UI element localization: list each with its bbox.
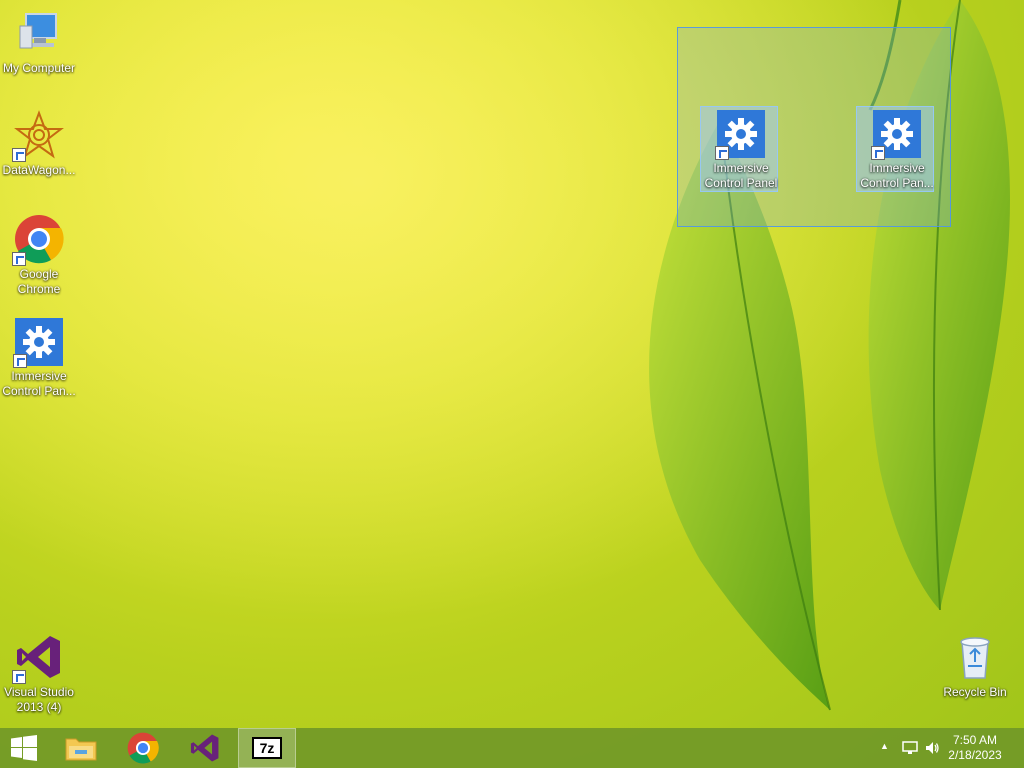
desktop-icon-immersive-control-panel-selected-1[interactable]: Immersive Control Panel — [700, 106, 780, 192]
taskbar-file-explorer[interactable] — [52, 728, 110, 768]
chrome-icon — [127, 732, 159, 764]
desktop-icon-immersive-control-panel-selected-2[interactable]: Immersive Control Pan... — [856, 106, 936, 192]
desktop-icon-label: Google Chrome — [17, 267, 61, 296]
show-hidden-icons-icon[interactable]: ▲ — [880, 741, 889, 751]
volume-icon[interactable] — [924, 740, 940, 756]
desktop-icon-label: Immersive Control Panel — [704, 161, 778, 190]
desktop-icon-datawagon[interactable]: DataWagon... — [0, 110, 78, 178]
visual-studio-icon — [190, 734, 219, 762]
taskbar-google-chrome[interactable] — [114, 728, 172, 768]
system-tray: ▲ 7:50 AM 2/18/2023 — [864, 728, 1024, 768]
start-button[interactable] — [0, 728, 48, 768]
taskbar-visual-studio[interactable] — [176, 728, 234, 768]
shortcut-arrow-icon — [12, 148, 26, 162]
computer-icon — [19, 13, 57, 49]
folder-icon — [65, 738, 97, 761]
recycle-bin-icon — [960, 637, 990, 679]
desktop-icon-label: My Computer — [2, 61, 76, 75]
desktop-icon-my-computer[interactable]: My Computer — [0, 8, 78, 76]
desktop-icon-immersive-control-panel[interactable]: Immersive Control Pan... — [0, 318, 78, 399]
desktop-icon-label: Recycle Bin — [943, 685, 1007, 699]
7zip-label: 7z — [259, 740, 275, 756]
shortcut-arrow-icon — [715, 146, 729, 160]
desktop-icon-recycle-bin[interactable]: Recycle Bin — [936, 632, 1014, 700]
shortcut-arrow-icon — [13, 354, 27, 368]
desktop-icon-label: Visual Studio 2013 (4) — [4, 685, 74, 714]
clock[interactable]: 7:50 AM 2/18/2023 — [940, 733, 1010, 763]
desktop-icon-label: Immersive Control Pan... — [860, 161, 934, 190]
shortcut-arrow-icon — [871, 146, 885, 160]
7zip-icon: 7z — [252, 737, 282, 759]
desktop-icon-google-chrome[interactable]: Google Chrome — [0, 214, 78, 297]
desktop-icon-visual-studio[interactable]: Visual Studio 2013 (4) — [0, 632, 78, 715]
shortcut-arrow-icon — [12, 252, 26, 266]
desktop-icon-label: Immersive Control Pan... — [2, 369, 76, 398]
clock-time: 7:50 AM — [952, 733, 998, 747]
desktop-icon-label: DataWagon... — [2, 163, 76, 177]
clock-date: 2/18/2023 — [948, 748, 1002, 762]
taskbar: 7z ▲ 7:50 AM 2/18/2023 — [0, 728, 1024, 768]
shortcut-arrow-icon — [12, 670, 26, 684]
windows-logo-icon — [11, 735, 37, 761]
taskbar-7zip[interactable]: 7z — [238, 728, 296, 768]
network-icon[interactable] — [902, 740, 918, 756]
